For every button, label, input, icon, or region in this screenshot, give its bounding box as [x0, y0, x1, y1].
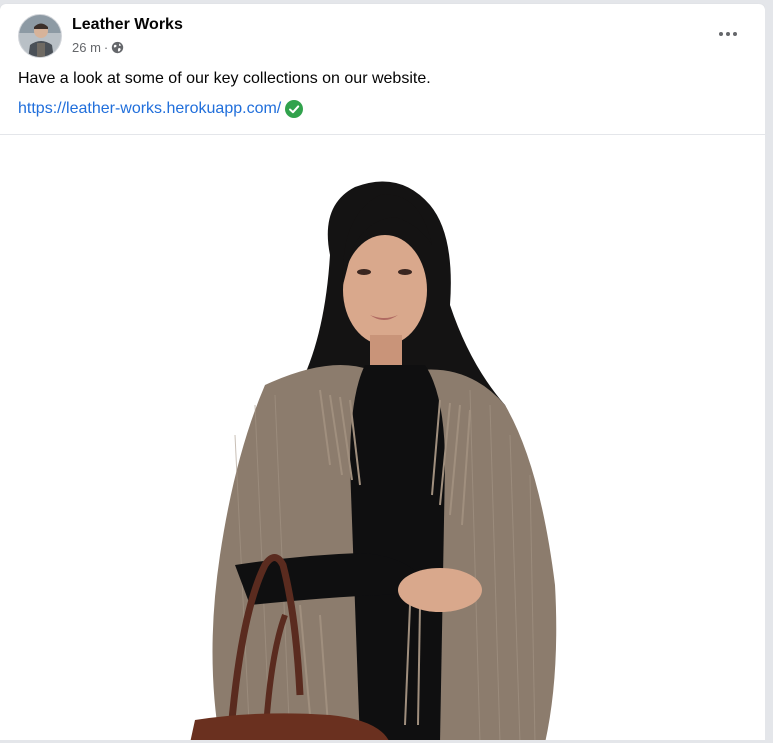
post-image[interactable] [0, 135, 765, 743]
post-timestamp[interactable]: 26 m [72, 40, 101, 55]
globe-icon[interactable] [111, 41, 124, 54]
website-link[interactable]: https://leather-works.herokuapp.com/ [18, 100, 281, 118]
more-dot [719, 32, 723, 36]
facebook-post: Leather Works 26 m · Have a look at some… [0, 4, 765, 743]
more-dot [726, 32, 730, 36]
avatar-image [19, 15, 61, 57]
post-text: Have a look at some of our key collectio… [18, 70, 431, 87]
more-options-icon[interactable] [713, 24, 743, 44]
more-dot [733, 32, 737, 36]
meta-separator: · [103, 40, 109, 55]
model-photo [0, 135, 765, 743]
avatar[interactable] [18, 14, 62, 58]
post-header: Leather Works 26 m · Have a look at some… [0, 4, 765, 135]
right-scroll-area [765, 0, 773, 743]
check-circle-icon [285, 100, 304, 118]
post-link-row: https://leather-works.herokuapp.com/ [18, 100, 304, 118]
author-name[interactable]: Leather Works [72, 16, 183, 34]
post-meta: 26 m · [72, 40, 124, 55]
